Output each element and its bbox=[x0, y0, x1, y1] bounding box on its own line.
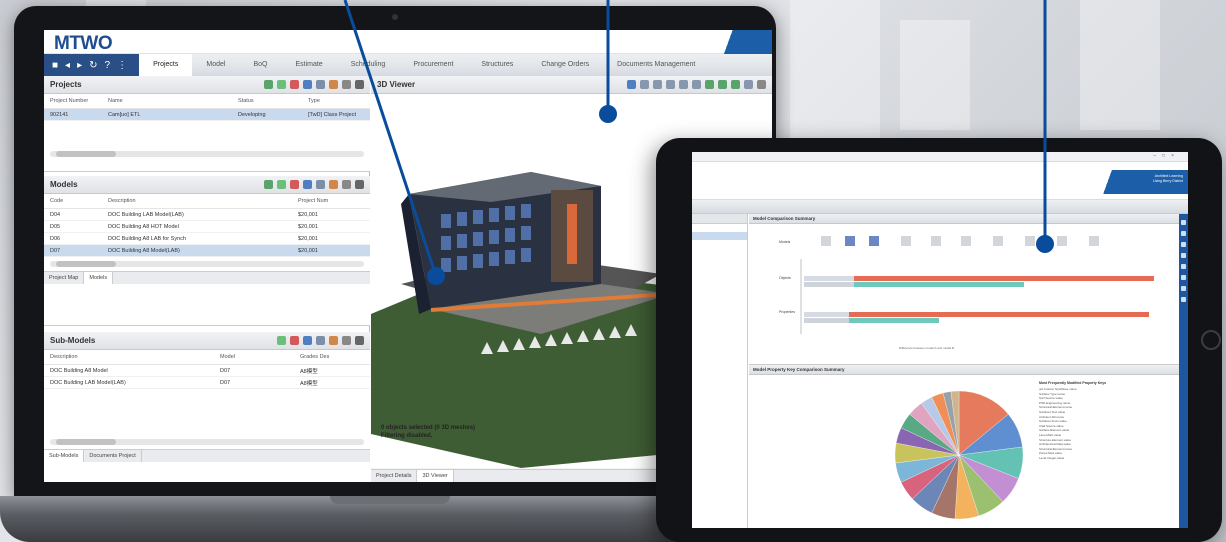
callout-marker bbox=[427, 267, 445, 285]
callout-marker bbox=[1036, 235, 1054, 253]
callout-overlay bbox=[343, 0, 1054, 285]
callout-marker bbox=[599, 105, 617, 123]
callout-line bbox=[343, 0, 438, 277]
